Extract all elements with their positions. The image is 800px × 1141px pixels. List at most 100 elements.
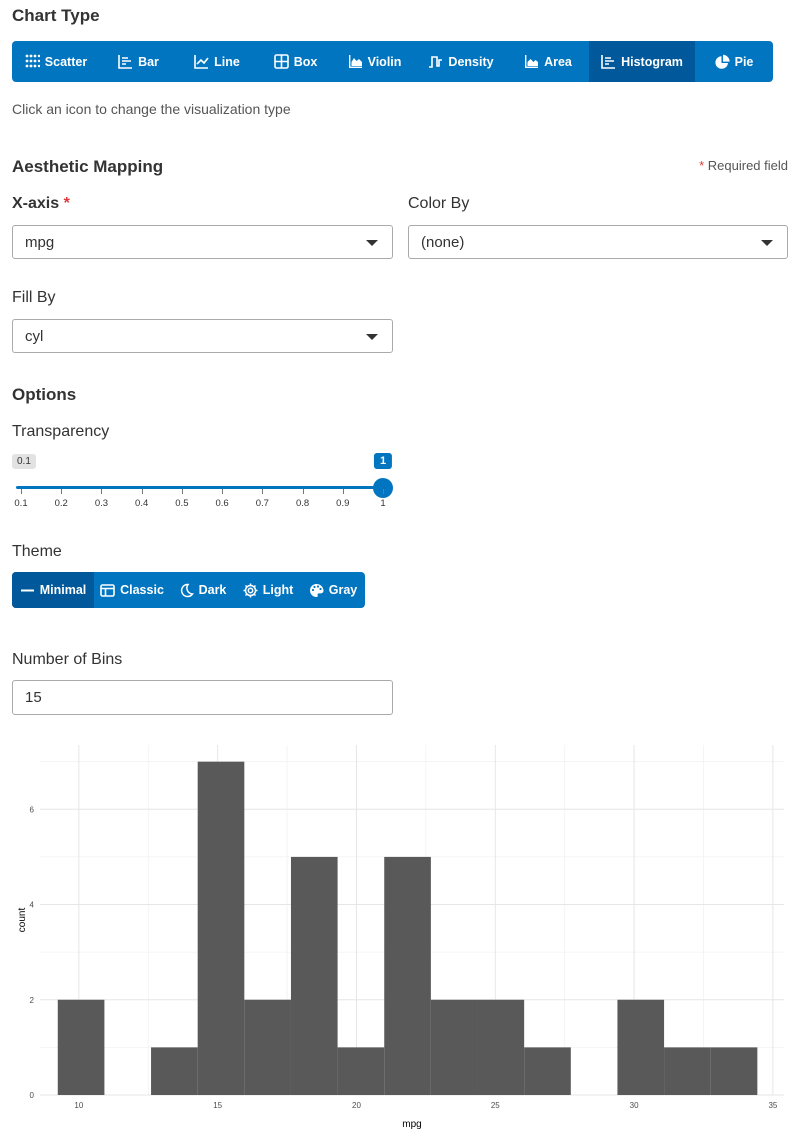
chart-type-histogram-button[interactable]: Histogram — [589, 41, 695, 82]
chart-type-bar-button[interactable]: Bar — [100, 41, 177, 82]
theme-gray-label: Gray — [328, 583, 358, 597]
required-field-note: * Required field — [699, 158, 788, 173]
theme-light-label: Light — [262, 583, 294, 597]
slider-tick-mark — [141, 489, 143, 494]
y-axis-title: count — [17, 908, 28, 933]
x-tick-label: 35 — [768, 1101, 777, 1110]
x-axis-title: mpg — [402, 1119, 421, 1130]
histogram-bar — [244, 999, 291, 1095]
aesthetic-heading: Aesthetic Mapping — [12, 157, 164, 176]
chevron-down-icon — [366, 334, 378, 340]
color-by-select[interactable]: (none) — [408, 225, 788, 259]
slider-tick-mark — [181, 489, 183, 494]
slider-tick-label: 0.4 — [135, 498, 149, 509]
chart-type-toolbar: Scatter Bar Line Box Violin Density Area… — [12, 41, 773, 82]
histogram-bar — [430, 999, 478, 1095]
minus-icon — [20, 589, 34, 591]
chart-type-help-text: Click an icon to change the visualizatio… — [12, 101, 291, 117]
theme-dark-label: Dark — [198, 583, 227, 597]
chevron-down-icon — [761, 240, 773, 246]
palette-icon — [309, 583, 324, 597]
x-tick-label: 30 — [630, 1101, 639, 1110]
line-icon — [194, 55, 209, 69]
slider-tick-label: 0.2 — [54, 498, 68, 509]
chart-type-box-button[interactable]: Box — [257, 41, 334, 82]
chart-type-scatter-button[interactable]: Scatter — [12, 41, 100, 82]
chart-type-pie-label: Pie — [734, 54, 754, 69]
bins-label: Number of Bins — [12, 651, 123, 668]
y-tick-label: 6 — [30, 805, 35, 814]
slider-tick-mark — [222, 489, 224, 494]
slider-tick-label: 0.8 — [295, 498, 310, 509]
chart-type-density-button[interactable]: Density — [415, 41, 507, 82]
gear-icon — [243, 583, 258, 597]
theme-label: Theme — [12, 543, 62, 560]
histogram-bar — [477, 999, 525, 1095]
transparency-slider-track[interactable] — [16, 486, 384, 489]
transparency-slider-handle[interactable] — [373, 478, 393, 498]
slider-tick-label: 0.5 — [175, 498, 189, 509]
window-icon — [100, 583, 115, 597]
chart-type-line-button[interactable]: Line — [177, 41, 257, 82]
options-heading: Options — [12, 385, 77, 404]
histogram-bar — [710, 1047, 758, 1095]
histogram-bar — [524, 1047, 571, 1095]
chart-type-area-button[interactable]: Area — [507, 41, 589, 82]
area-icon — [525, 55, 539, 68]
x-axis-value: mpg — [25, 233, 55, 251]
fill-by-value: cyl — [25, 327, 44, 345]
scatter-icon — [25, 54, 40, 68]
chart-type-box-label: Box — [293, 54, 318, 69]
slider-tick-mark — [21, 489, 22, 494]
slider-tick-mark — [383, 489, 384, 494]
x-axis-label: X-axis * — [12, 195, 70, 213]
chart-type-violin-label: Violin — [367, 54, 402, 69]
histogram-bar — [290, 856, 338, 1095]
slider-tick-label: 1 — [380, 498, 386, 509]
chart-type-line-label: Line — [214, 54, 240, 69]
x-axis-select[interactable]: mpg — [12, 225, 393, 259]
theme-light-button[interactable]: Light — [235, 572, 301, 608]
chart-type-violin-button[interactable]: Violin — [334, 41, 415, 82]
chevron-down-icon — [366, 240, 378, 246]
color-by-value: (none) — [421, 233, 465, 251]
histogram-bar — [617, 999, 665, 1095]
slider-tick-mark — [302, 489, 304, 494]
chart-type-heading: Chart Type — [12, 6, 100, 25]
theme-classic-label: Classic — [120, 583, 164, 597]
fill-by-label: Fill By — [12, 289, 56, 306]
histogram-bar — [151, 1047, 198, 1095]
x-tick-label: 25 — [491, 1101, 500, 1110]
slider-tick-label: 0.9 — [336, 498, 350, 509]
theme-minimal-button[interactable]: Minimal — [12, 572, 94, 608]
bins-input[interactable] — [12, 680, 393, 715]
slider-tick-label: 0.6 — [215, 498, 229, 509]
required-star: * — [699, 158, 705, 173]
pie-icon — [715, 54, 730, 69]
chart-type-density-label: Density — [448, 54, 494, 69]
theme-classic-button[interactable]: Classic — [94, 572, 170, 608]
chart-type-scatter-label: Scatter — [44, 54, 88, 69]
histogram-bar — [384, 856, 431, 1095]
slider-tick-mark — [262, 489, 264, 494]
slider-tick-label: 0.3 — [94, 498, 109, 509]
fill-by-select[interactable]: cyl — [12, 319, 393, 353]
color-by-label: Color By — [408, 195, 470, 212]
x-axis-required-star: * — [63, 195, 70, 212]
required-field-text: Required field — [707, 158, 788, 173]
y-tick-label: 4 — [30, 901, 35, 910]
y-tick-label: 0 — [30, 1091, 35, 1100]
theme-dark-button[interactable]: Dark — [170, 572, 235, 608]
histogram-bar — [197, 761, 245, 1095]
slider-tick-mark — [342, 489, 344, 494]
chart-type-pie-button[interactable]: Pie — [695, 41, 773, 82]
chart-type-histogram-label: Histogram — [621, 54, 683, 69]
box-icon — [273, 54, 289, 69]
density-icon — [429, 56, 443, 68]
transparency-label: Transparency — [12, 423, 110, 440]
chart-type-area-label: Area — [544, 54, 572, 69]
histogram-bar — [337, 1047, 385, 1095]
theme-gray-button[interactable]: Gray — [301, 572, 365, 608]
histogram-bar — [57, 999, 105, 1095]
x-axis-label-text: X-axis — [12, 195, 60, 212]
